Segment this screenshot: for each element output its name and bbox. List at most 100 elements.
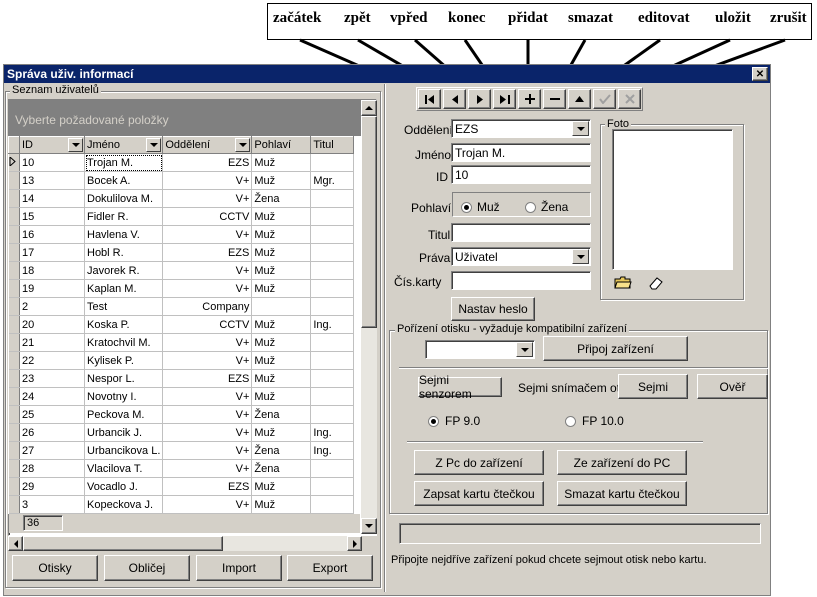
chevron-down-icon[interactable] [516, 342, 533, 357]
cell-id[interactable]: 26 [19, 423, 85, 442]
table-row[interactable]: 25 Peckova M. V+ Žena [8, 405, 355, 424]
import-button[interactable]: Import [196, 555, 282, 581]
grid-horizontal-scrollbar[interactable] [8, 536, 362, 551]
table-row[interactable]: 13 Bocek A. V+ Muž Mgr. [8, 171, 355, 190]
cell-title[interactable] [310, 459, 355, 478]
chevron-down-icon[interactable] [572, 121, 589, 136]
cell-title[interactable] [310, 243, 355, 262]
cell-dept[interactable]: V+ [162, 441, 253, 460]
cell-title[interactable]: Mgr. [310, 171, 355, 190]
cell-gender[interactable]: Muž [251, 495, 312, 514]
hscroll-thumb[interactable] [23, 536, 223, 551]
cell-id[interactable]: 28 [19, 459, 85, 478]
cell-dept[interactable]: V+ [162, 279, 253, 298]
close-button[interactable]: ✕ [752, 67, 768, 81]
table-row[interactable]: 21 Kratochvil M. V+ Muž [8, 333, 355, 352]
cell-dept[interactable]: CCTV [162, 315, 253, 334]
cell-dept[interactable]: V+ [162, 225, 253, 244]
cell-name[interactable]: Peckova M. [84, 405, 164, 424]
cell-id[interactable]: 16 [19, 225, 85, 244]
cell-title[interactable] [310, 333, 355, 352]
col-header-gender[interactable]: Pohlaví [251, 136, 312, 154]
radio-fp10[interactable]: FP 10.0 [565, 414, 624, 428]
otisky-button[interactable]: Otisky [12, 555, 98, 581]
cell-gender[interactable]: Muž [251, 333, 312, 352]
prava-select[interactable]: Uživatel [451, 247, 591, 266]
add-record-button[interactable] [518, 89, 541, 109]
cell-title[interactable] [310, 261, 355, 280]
cell-gender[interactable]: Muž [251, 225, 312, 244]
cell-id[interactable]: 23 [19, 369, 85, 388]
table-row[interactable]: 19 Kaplan M. V+ Muž [8, 279, 355, 298]
cell-title[interactable] [310, 495, 355, 514]
cell-title[interactable] [310, 405, 355, 424]
table-row[interactable]: 29 Vocadlo J. EZS Muž [8, 477, 355, 496]
cell-dept[interactable]: Company [162, 297, 253, 316]
cell-dept[interactable]: V+ [162, 333, 253, 352]
cell-id[interactable]: 21 [19, 333, 85, 352]
cell-gender[interactable]: Muž [251, 207, 312, 226]
cell-dept[interactable]: EZS [162, 243, 253, 262]
scroll-thumb[interactable] [361, 116, 377, 328]
col-header-name[interactable]: Jméno [83, 136, 164, 154]
karta-input[interactable] [451, 271, 591, 290]
cell-dept[interactable]: V+ [162, 423, 253, 442]
titul-input[interactable] [451, 223, 591, 242]
cell-title[interactable] [310, 225, 355, 244]
verify-button[interactable]: Ověř [697, 374, 768, 399]
cell-gender[interactable]: Žena [251, 459, 312, 478]
cell-title[interactable] [310, 297, 355, 316]
scroll-up-button[interactable] [361, 100, 377, 116]
radio-muz[interactable]: Muž [461, 200, 500, 214]
capture-button[interactable]: Sejmi [618, 374, 688, 399]
cell-name[interactable]: Kopeckova J. [84, 495, 164, 514]
cell-gender[interactable]: Žena [251, 405, 312, 424]
cell-gender[interactable]: Muž [251, 351, 312, 370]
cell-gender[interactable]: Muž [251, 171, 312, 190]
cell-dept[interactable]: EZS [162, 153, 253, 172]
next-record-button[interactable] [468, 89, 491, 109]
table-row[interactable]: 15 Fidler R. CCTV Muž [8, 207, 355, 226]
cell-dept[interactable]: V+ [162, 261, 253, 280]
table-row[interactable]: 26 Urbancik J. V+ Muž Ing. [8, 423, 355, 442]
cell-dept[interactable]: EZS [162, 477, 253, 496]
table-row[interactable]: 16 Havlena V. V+ Muž [8, 225, 355, 244]
cell-title[interactable]: Ing. [310, 441, 355, 460]
cell-dept[interactable]: V+ [162, 495, 253, 514]
cell-gender[interactable]: Žena [251, 441, 312, 460]
cell-id[interactable]: 29 [19, 477, 85, 496]
table-row[interactable]: 20 Koska P. CCTV Muž Ing. [8, 315, 355, 334]
table-row[interactable]: 17 Hobl R. EZS Muž [8, 243, 355, 262]
cell-id[interactable]: 13 [19, 171, 85, 190]
cell-title[interactable] [310, 207, 355, 226]
cell-dept[interactable]: EZS [162, 369, 253, 388]
last-record-button[interactable] [493, 89, 516, 109]
table-row[interactable]: 3 Kopeckova J. V+ Muž [8, 495, 355, 514]
cell-name[interactable]: Kaplan M. [84, 279, 164, 298]
cell-id[interactable]: 3 [19, 495, 85, 514]
cell-name[interactable]: Hobl R. [84, 243, 164, 262]
device-select[interactable] [425, 340, 535, 359]
cell-name[interactable]: Vocadlo J. [84, 477, 164, 496]
cell-title[interactable] [310, 387, 355, 406]
table-row[interactable]: 14 Dokulilova M. V+ Žena [8, 189, 355, 208]
open-folder-icon[interactable] [614, 276, 632, 290]
cell-gender[interactable]: Žena [251, 189, 312, 208]
cell-title[interactable] [310, 189, 355, 208]
export-button[interactable]: Export [287, 555, 373, 581]
cell-gender[interactable] [251, 297, 312, 316]
filter-icon[interactable] [146, 138, 162, 152]
cell-dept[interactable]: V+ [162, 387, 253, 406]
radio-zena[interactable]: Žena [525, 200, 568, 214]
cell-name[interactable]: Urbancik J. [84, 423, 164, 442]
grid-vertical-scrollbar[interactable] [361, 100, 377, 518]
cell-dept[interactable]: V+ [162, 189, 253, 208]
table-row[interactable]: 22 Kylisek P. V+ Muž [8, 351, 355, 370]
cell-title[interactable] [310, 153, 355, 172]
cell-id[interactable]: 27 [19, 441, 85, 460]
cell-id[interactable]: 19 [19, 279, 85, 298]
cell-name[interactable]: Fidler R. [84, 207, 164, 226]
scroll-right-button[interactable] [347, 536, 362, 551]
cell-gender[interactable]: Muž [251, 153, 312, 172]
set-password-button[interactable]: Nastav heslo [451, 297, 535, 321]
